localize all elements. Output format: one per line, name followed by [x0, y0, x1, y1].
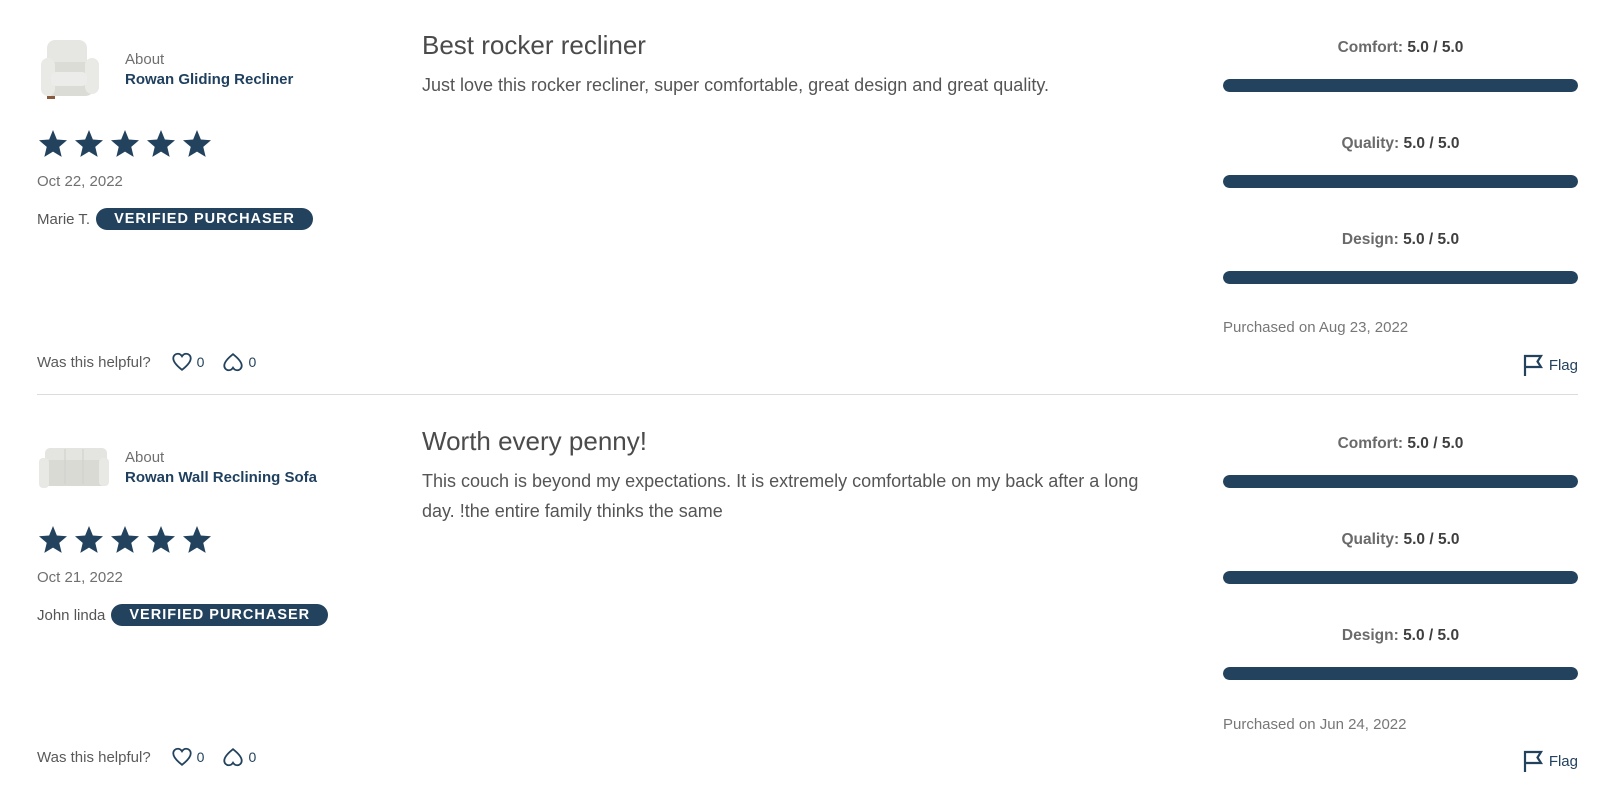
- rating-value: 5.0 / 5.0: [1403, 231, 1460, 248]
- rating-label: Design:: [1341, 231, 1399, 248]
- star-filled-icon: [75, 130, 103, 157]
- helpful-count: 0: [196, 354, 205, 370]
- review-title: Best rocker recliner: [422, 30, 646, 60]
- rating-bar: [1223, 571, 1578, 584]
- helpful-label: Was this helpful?: [37, 748, 151, 766]
- rating-value: 5.0 / 5.0: [1407, 435, 1464, 452]
- product-name-link[interactable]: Rowan Gliding Recliner: [125, 70, 293, 90]
- rating-bar-fill: [1223, 271, 1578, 284]
- rating-quality: Quality: 5.0 / 5.0: [1223, 531, 1578, 584]
- flag-label: Flag: [1548, 356, 1578, 374]
- rating-value: 5.0 / 5.0: [1403, 135, 1460, 152]
- rating-label: Quality:: [1341, 531, 1400, 548]
- review-body: This couch is beyond my expectations. It…: [422, 471, 1139, 521]
- flag-button[interactable]: Flag: [1522, 749, 1578, 773]
- unhelpful-count: 0: [248, 354, 257, 370]
- rating-comfort: Comfort: 5.0 / 5.0: [1223, 435, 1578, 488]
- verified-purchaser-badge: VERIFIED PURCHASER: [111, 604, 329, 626]
- rating-bar-fill: [1223, 79, 1578, 92]
- rating-label: Quality:: [1341, 135, 1400, 152]
- rating-bar-fill: [1223, 475, 1578, 488]
- review-date: Oct 21, 2022: [37, 569, 123, 586]
- helpful-button[interactable]: 0: [171, 351, 205, 373]
- star-filled-icon: [75, 526, 103, 553]
- unhelpful-count: 0: [248, 749, 257, 765]
- purchase-date: Purchased on Jun 24, 2022: [1223, 716, 1407, 733]
- rating-design: Design: 5.0 / 5.0: [1223, 231, 1578, 284]
- star-rating: [37, 128, 213, 160]
- review-card: About Rowan Wall Reclining Sofa Oct 21, …: [37, 395, 1578, 791]
- unhelpful-button[interactable]: 0: [222, 351, 256, 373]
- heart-icon: [172, 352, 192, 371]
- product-thumbnail[interactable]: [37, 35, 115, 105]
- flag-label: Flag: [1548, 752, 1578, 770]
- helpful-count: 0: [196, 749, 205, 765]
- flag-icon: [1523, 354, 1543, 376]
- rating-bar: [1223, 667, 1578, 680]
- reviewer-name: Marie T.: [37, 210, 91, 228]
- rating-label: Comfort:: [1337, 39, 1404, 56]
- upside-down-heart-icon: [223, 353, 244, 372]
- star-filled-icon: [39, 526, 67, 553]
- star-filled-icon: [111, 130, 139, 157]
- star-filled-icon: [183, 526, 211, 553]
- rating-bar: [1223, 475, 1578, 488]
- review-date: Oct 22, 2022: [37, 173, 123, 190]
- rating-bar-fill: [1223, 571, 1578, 584]
- helpful-button[interactable]: 0: [171, 746, 205, 768]
- flag-icon: [1523, 750, 1543, 772]
- star-filled-icon: [39, 130, 67, 157]
- rating-quality: Quality: 5.0 / 5.0: [1223, 135, 1578, 188]
- flag-button[interactable]: Flag: [1522, 353, 1578, 377]
- star-filled-icon: [111, 526, 139, 553]
- star-filled-icon: [147, 526, 175, 553]
- reviewer-name: John linda: [37, 606, 106, 624]
- product-name-link[interactable]: Rowan Wall Reclining Sofa: [125, 468, 317, 488]
- review-card: About Rowan Gliding Recliner Oct 22, 202…: [37, 0, 1578, 395]
- rating-bar-fill: [1223, 175, 1578, 188]
- product-link[interactable]: About Rowan Gliding Recliner: [37, 35, 293, 105]
- star-rating: [37, 524, 213, 556]
- about-label: About: [125, 449, 165, 466]
- rating-comfort: Comfort: 5.0 / 5.0: [1223, 39, 1578, 92]
- rating-value: 5.0 / 5.0: [1403, 627, 1460, 644]
- product-link[interactable]: About Rowan Wall Reclining Sofa: [37, 433, 317, 503]
- star-filled-icon: [183, 130, 211, 157]
- rating-value: 5.0 / 5.0: [1403, 531, 1460, 548]
- rating-label: Design:: [1341, 627, 1399, 644]
- helpful-label: Was this helpful?: [37, 353, 151, 371]
- upside-down-heart-icon: [223, 748, 244, 767]
- rating-bar: [1223, 175, 1578, 188]
- rating-design: Design: 5.0 / 5.0: [1223, 627, 1578, 680]
- rating-value: 5.0 / 5.0: [1407, 39, 1464, 56]
- rating-bar: [1223, 271, 1578, 284]
- unhelpful-button[interactable]: 0: [222, 746, 256, 768]
- reviewer-row: Marie T. VERIFIED PURCHASER: [37, 208, 313, 230]
- helpful-row: Was this helpful? 0 0: [37, 746, 256, 768]
- rating-label: Comfort:: [1337, 435, 1404, 452]
- product-thumbnail[interactable]: [37, 433, 115, 503]
- rating-bar-fill: [1223, 667, 1578, 680]
- about-label: About: [125, 51, 165, 68]
- helpful-row: Was this helpful? 0 0: [37, 351, 256, 373]
- heart-icon: [172, 747, 192, 766]
- review-title: Worth every penny!: [422, 426, 647, 456]
- review-body: Just love this rocker recliner, super co…: [422, 75, 1049, 95]
- recliner-chair-icon: [41, 40, 99, 99]
- rating-bar: [1223, 79, 1578, 92]
- verified-purchaser-badge: VERIFIED PURCHASER: [96, 208, 313, 230]
- sofa-icon: [39, 448, 109, 488]
- star-filled-icon: [147, 130, 175, 157]
- purchase-date: Purchased on Aug 23, 2022: [1223, 319, 1409, 336]
- reviewer-row: John linda VERIFIED PURCHASER: [37, 604, 329, 626]
